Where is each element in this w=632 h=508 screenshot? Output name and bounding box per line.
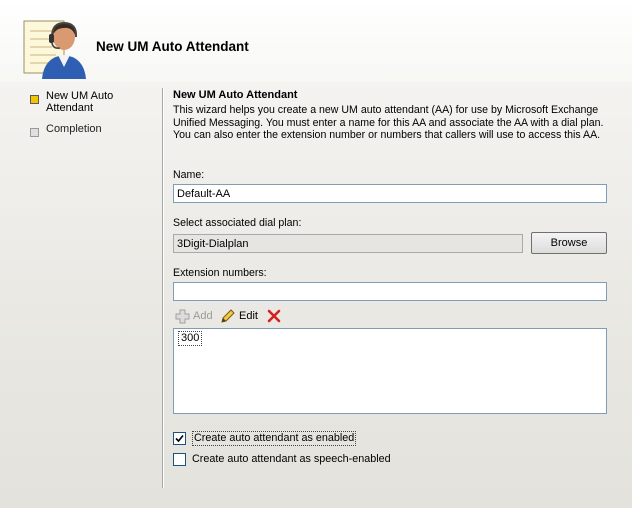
step-label: Completion [46, 123, 102, 135]
dialplan-label: Select associated dial plan: [173, 217, 302, 229]
dialplan-field[interactable] [173, 234, 523, 253]
step-label-line1: New UM Auto [46, 90, 114, 102]
extension-label: Extension numbers: [173, 267, 267, 279]
enabled-checkbox-row[interactable]: Create auto attendant as enabled [173, 431, 357, 446]
enabled-checkbox-label[interactable]: Create auto attendant as enabled [192, 431, 357, 446]
extension-input[interactable] [173, 282, 607, 301]
vertical-divider [162, 88, 163, 488]
add-button[interactable]: Add [175, 307, 213, 325]
list-item[interactable]: 300 [178, 331, 203, 346]
remove-button[interactable] [266, 307, 285, 325]
name-input[interactable] [173, 184, 607, 203]
page-title: New UM Auto Attendant [173, 89, 298, 101]
inactive-step-indicator-icon [30, 128, 39, 137]
red-x-delete-icon [267, 309, 281, 323]
page-description: This wizard helps you create a new UM au… [173, 104, 604, 141]
edit-label: Edit [239, 310, 258, 322]
speaking-person-headset-icon [22, 15, 88, 79]
extension-list[interactable]: 300 [173, 328, 607, 414]
wizard-header: New UM Auto Attendant [0, 0, 632, 82]
enabled-checkbox[interactable] [173, 432, 186, 445]
wizard-title: New UM Auto Attendant [96, 39, 249, 54]
speech-checkbox-label[interactable]: Create auto attendant as speech-enabled [192, 453, 391, 466]
speech-checkbox-row[interactable]: Create auto attendant as speech-enabled [173, 453, 391, 466]
extension-toolbar: Add Edit [173, 307, 373, 325]
step-label-line2: Attendant [46, 102, 94, 114]
step-label: New UM Auto Attendant [46, 90, 146, 114]
edit-button[interactable]: Edit [220, 307, 258, 325]
name-label: Name: [173, 169, 205, 181]
speech-enabled-checkbox[interactable] [173, 453, 186, 466]
add-label: Add [193, 310, 213, 322]
checkmark-icon [175, 434, 184, 443]
browse-button[interactable]: Browse [531, 232, 607, 254]
add-icon [175, 309, 190, 323]
pencil-icon [221, 309, 235, 323]
active-step-indicator-icon [30, 95, 39, 104]
